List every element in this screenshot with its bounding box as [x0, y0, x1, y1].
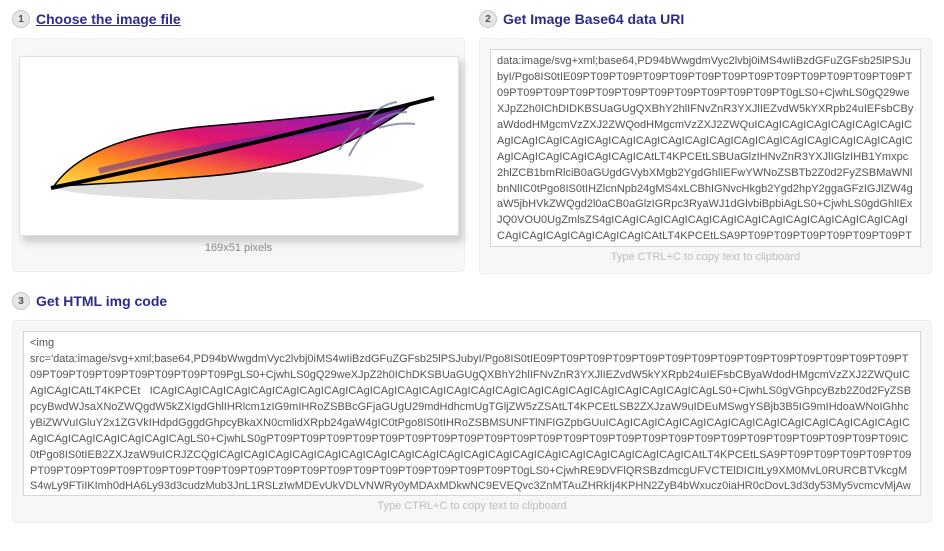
step-badge-2: 2 [479, 10, 497, 28]
img-code-panel: Type CTRL+C to copy text to clipboard [12, 320, 932, 523]
data-uri-output[interactable] [490, 49, 921, 247]
section-header-2: 2 Get Image Base64 data URI [479, 10, 932, 28]
image-dimensions-caption: 169x51 pixels [205, 242, 272, 254]
image-preview [19, 56, 459, 236]
section-img-code: 3 Get HTML img code Type CTRL+C to copy … [12, 292, 932, 523]
section-header-3: 3 Get HTML img code [12, 292, 932, 310]
choose-image-link[interactable]: Choose the image file [36, 11, 181, 27]
feather-icon [29, 76, 449, 216]
image-preview-panel: 169x51 pixels [12, 38, 465, 272]
section-title-2: Get Image Base64 data URI [503, 11, 684, 27]
img-code-output[interactable] [23, 331, 921, 496]
section-data-uri: 2 Get Image Base64 data URI Type CTRL+C … [479, 10, 932, 274]
step-badge-1: 1 [12, 10, 30, 28]
section-title-3: Get HTML img code [36, 293, 167, 309]
copy-hint-2: Type CTRL+C to copy text to clipboard [377, 500, 566, 512]
copy-hint-1: Type CTRL+C to copy text to clipboard [611, 251, 800, 263]
section-header-1: 1 Choose the image file [12, 10, 465, 28]
data-uri-panel: Type CTRL+C to copy text to clipboard [479, 38, 932, 274]
section-choose-image: 1 Choose the image file [12, 10, 465, 274]
step-badge-3: 3 [12, 292, 30, 310]
